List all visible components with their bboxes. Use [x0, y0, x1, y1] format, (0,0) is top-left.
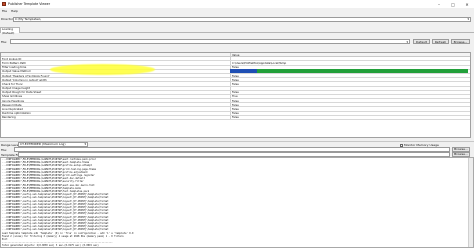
file-toolbar: File: ▾ Default Refresh Browse...	[0, 39, 474, 45]
yellow-highlight-annotation	[50, 64, 155, 75]
file-combobox[interactable]: ▾	[10, 39, 410, 44]
grid-cell-value[interactable]: False	[231, 112, 470, 115]
grid-cell-name: Runtime optimization	[1, 111, 231, 115]
default-button[interactable]: Default	[413, 39, 430, 44]
progress-bar	[257, 69, 468, 73]
tab-strip: Loading (Default)	[0, 26, 474, 35]
grid-cell-name: Rendering	[1, 115, 231, 119]
close-button[interactable]: ✕	[460, 0, 474, 8]
menu-help[interactable]: Help	[11, 9, 18, 13]
grid-cell-value[interactable]: False	[231, 82, 470, 85]
directory-row: Directory: C:\My Templates\ ▾	[0, 16, 474, 22]
grid-cell-name: Line Duplicated	[1, 107, 231, 111]
grid-cell-name: Ignore Headings	[1, 99, 231, 103]
grid-header-name	[1, 53, 231, 57]
grid-cell-value[interactable]: C:\Users\ProfileMcA\Appdata\Local\Temp	[231, 61, 470, 64]
grid-cell-value[interactable]: True	[231, 95, 470, 98]
log-scrollbar[interactable]	[468, 158, 473, 247]
menu-file[interactable]: File	[2, 9, 7, 13]
minimize-button[interactable]: –	[432, 0, 446, 8]
file-label: File:	[1, 40, 8, 44]
browse-button[interactable]: Browse...	[451, 39, 470, 44]
refresh-button[interactable]: Refresh	[432, 39, 449, 44]
file-label-bottom: File:	[1, 148, 8, 152]
chevron-down-icon[interactable]: ▾	[84, 143, 86, 146]
directory-combobox[interactable]: C:\My Templates\ ▾	[13, 16, 471, 22]
grid-cell-name: Show Gridlines	[1, 94, 231, 99]
grid-cell-value[interactable]: False	[231, 99, 470, 102]
grid-cell-value[interactable]: False	[231, 74, 470, 77]
log-output[interactable]: ...CONFIGURED:\FILE\MEMORIAL\LAUNCH\STAR…	[0, 157, 474, 248]
chevron-down-icon[interactable]: ▾	[467, 18, 469, 21]
file-input-bottom[interactable]	[14, 147, 450, 152]
template-file-input[interactable]	[18, 152, 450, 157]
menu-bar: File Help	[0, 8, 474, 13]
grid-cell-value[interactable]	[231, 57, 470, 60]
grid-header-value: Value	[232, 53, 240, 57]
grid-cell-value[interactable]: False	[231, 91, 470, 94]
grid-row[interactable]: Rendering False	[1, 115, 470, 120]
grid-cell-value[interactable]	[231, 87, 470, 90]
directory-label: Directory:	[1, 17, 16, 21]
range-level-value: CT-EXTENDED (Maximum Log)	[20, 142, 66, 147]
browse-file-button[interactable]: Browse...	[452, 147, 470, 152]
tab-loading-default[interactable]: Loading (Default)	[0, 27, 20, 35]
title-bar: Publisher Template Viewer – □ ✕	[0, 0, 474, 8]
grid-cell-value[interactable]: False	[231, 116, 470, 119]
grid-cell-value[interactable]: False	[231, 107, 470, 110]
grid-cell-value[interactable]: False	[231, 103, 470, 106]
grid-cell-name: Output Rough for Data Sheet	[1, 90, 231, 94]
grid-cell-name: Password Rate	[1, 103, 231, 107]
app-icon	[2, 2, 6, 6]
grid-cell-name: Output 'Columns in output' width	[1, 78, 231, 82]
grid-cell-value[interactable]: False	[231, 78, 470, 81]
grid-cell-name: Output Image height	[1, 86, 231, 90]
grid-cell-name: Font lookup ID	[1, 57, 231, 61]
window-title: Publisher Template Viewer	[8, 2, 51, 6]
chevron-down-icon[interactable]: ▾	[406, 40, 408, 43]
range-level-select[interactable]: CT-EXTENDED (Maximum Log) ▾	[18, 142, 88, 147]
grid-cell-name: Check for Trunc	[1, 82, 231, 86]
directory-value: C:\My Templates\	[15, 17, 41, 21]
selected-value-bar	[230, 69, 257, 73]
browse-template-button[interactable]: Browse...	[452, 152, 470, 157]
maximize-button[interactable]: □	[446, 0, 460, 8]
